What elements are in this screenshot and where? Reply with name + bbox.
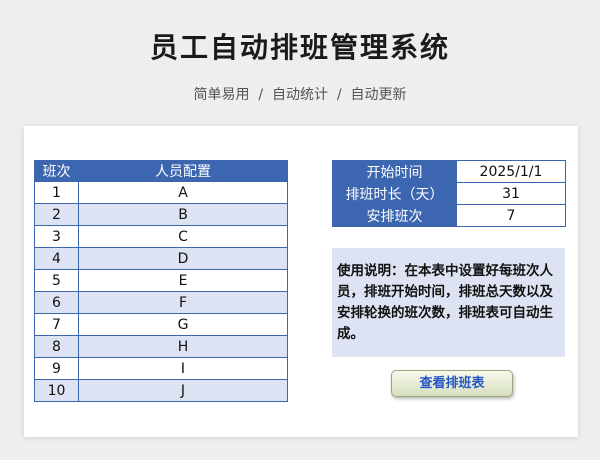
table-row: 7 G <box>34 313 288 336</box>
shift-number-cell[interactable]: 9 <box>34 357 79 380</box>
shift-number-cell[interactable]: 1 <box>34 181 79 204</box>
duration-field[interactable]: 31 <box>456 182 566 205</box>
shift-number-cell[interactable]: 6 <box>34 291 79 314</box>
table-row: 3 C <box>34 225 288 248</box>
staff-cell[interactable]: D <box>78 247 288 270</box>
staff-cell[interactable]: G <box>78 313 288 336</box>
shift-number-cell[interactable]: 4 <box>34 247 79 270</box>
table-row: 4 D <box>34 247 288 270</box>
shift-count-field[interactable]: 7 <box>456 204 566 227</box>
shift-number-cell[interactable]: 2 <box>34 203 79 226</box>
table-row: 5 E <box>34 269 288 292</box>
staff-cell[interactable]: E <box>78 269 288 292</box>
staff-cell[interactable]: C <box>78 225 288 248</box>
page-title: 员工自动排班管理系统 <box>149 31 450 64</box>
shift-number-cell[interactable]: 5 <box>34 269 79 292</box>
table-row: 2 B <box>34 203 288 226</box>
view-schedule-button[interactable]: 查看排班表 <box>391 370 513 397</box>
table-row: 6 F <box>34 291 288 314</box>
staff-cell[interactable]: F <box>78 291 288 314</box>
setting-row-duration: 排班时长（天） 31 <box>332 182 566 205</box>
staff-table: 班次 人员配置 1 A 2 B 3 C 4 D 5 E 6 F 7 G 8 H … <box>34 160 288 402</box>
table-row: 9 I <box>34 357 288 380</box>
start-date-label: 开始时间 <box>332 160 457 183</box>
schedule-panel: 班次 人员配置 1 A 2 B 3 C 4 D 5 E 6 F 7 G 8 H … <box>24 126 578 437</box>
shift-number-cell[interactable]: 7 <box>34 313 79 336</box>
table-row: 1 A <box>34 181 288 204</box>
setting-row-start-date: 开始时间 2025/1/1 <box>332 160 566 183</box>
staff-table-header: 班次 人员配置 <box>34 160 288 182</box>
duration-label: 排班时长（天） <box>332 182 457 205</box>
page-subtitle: 简单易用 / 自动统计 / 自动更新 <box>193 87 407 103</box>
shift-number-cell[interactable]: 3 <box>34 225 79 248</box>
column-header-staff: 人员配置 <box>78 160 288 182</box>
table-row: 8 H <box>34 335 288 358</box>
shift-number-cell[interactable]: 10 <box>34 379 79 402</box>
shift-number-cell[interactable]: 8 <box>34 335 79 358</box>
staff-cell[interactable]: B <box>78 203 288 226</box>
staff-cell[interactable]: J <box>78 379 288 402</box>
staff-cell[interactable]: I <box>78 357 288 380</box>
staff-cell[interactable]: H <box>78 335 288 358</box>
start-date-field[interactable]: 2025/1/1 <box>456 160 566 183</box>
column-header-shift: 班次 <box>34 160 79 182</box>
staff-cell[interactable]: A <box>78 181 288 204</box>
shift-count-label: 安排班次 <box>332 204 457 227</box>
setting-row-shift-count: 安排班次 7 <box>332 204 566 227</box>
settings-table: 开始时间 2025/1/1 排班时长（天） 31 安排班次 7 <box>332 160 566 227</box>
table-row: 10 J <box>34 379 288 402</box>
instructions-note: 使用说明：在本表中设置好每班次人员，排班开始时间，排班总天数以及安排轮换的班次数… <box>332 248 565 357</box>
